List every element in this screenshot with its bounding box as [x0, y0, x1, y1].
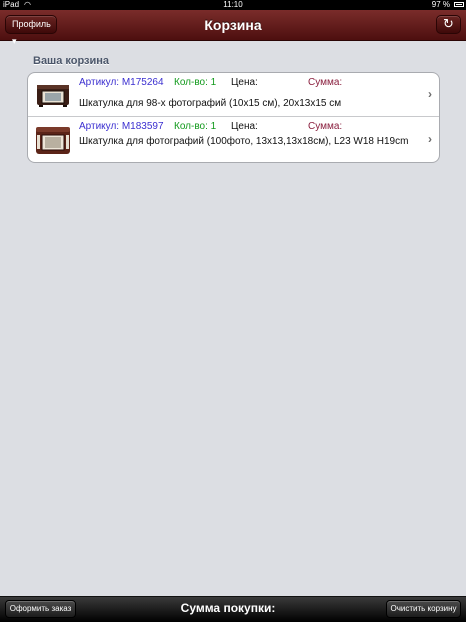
navigation-bar: Профиль ▾ Корзина ↻ [0, 10, 466, 46]
item-sum: Сумма: [308, 77, 343, 88]
battery-icon [454, 2, 464, 7]
item-article: Артикул: M175264 [79, 77, 164, 88]
page-title: Корзина [204, 17, 262, 33]
item-quantity: Кол-во: 1 [174, 121, 217, 132]
item-price: Цена: [231, 77, 258, 88]
item-description: Шкатулка для 98-х фотографий (10x15 см),… [79, 98, 342, 109]
cart-item[interactable]: Артикул: M183597 Кол-во: 1 Цена: Сумма: … [28, 117, 439, 162]
bottom-toolbar: Оформить заказ Сумма покупки: Очистить к… [0, 596, 466, 622]
item-sum: Сумма: [308, 121, 343, 132]
item-article: Артикул: M183597 [79, 121, 164, 132]
product-thumbnail [37, 85, 69, 107]
chevron-right-icon: › [428, 132, 432, 146]
refresh-icon: ↻ [443, 16, 454, 31]
refresh-button[interactable]: ↻ [436, 15, 461, 34]
product-thumbnail [36, 127, 70, 154]
battery-percent: 97 % [431, 0, 450, 9]
cart-list: Артикул: M175264 Кол-во: 1 Цена: Сумма: … [27, 72, 440, 163]
cart-item[interactable]: Артикул: M175264 Кол-во: 1 Цена: Сумма: … [28, 73, 439, 117]
section-title: Ваша корзина [33, 55, 110, 67]
clock: 11:10 [223, 0, 243, 9]
item-description: Шкатулка для фотографий (100фото, 13х13,… [79, 136, 409, 147]
item-quantity: Кол-во: 1 [174, 77, 217, 88]
status-bar: iPad ◠ 11:10 97 % [0, 0, 466, 10]
chevron-right-icon: › [428, 87, 432, 101]
clear-cart-button[interactable]: Очистить корзину [386, 600, 461, 618]
item-price: Цена: [231, 121, 258, 132]
